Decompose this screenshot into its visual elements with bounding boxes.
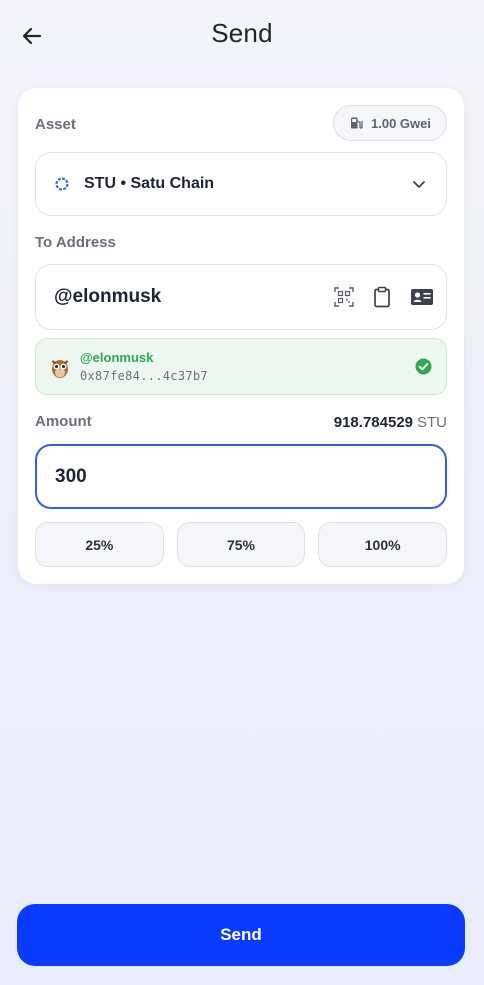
send-form-card: Asset 1.00 Gwei STU • Satu Chain To Addr… [18, 88, 464, 584]
check-circle-icon [415, 358, 432, 375]
to-address-field[interactable] [35, 264, 447, 330]
to-address-label: To Address [35, 234, 116, 251]
resolved-info: @elonmusk 0x87fe84...4c37b7 [80, 350, 415, 383]
page-title: Send [211, 18, 273, 48]
resolved-username: @elonmusk [80, 350, 154, 365]
available-balance: 918.784529 STU [334, 414, 447, 431]
amount-field[interactable] [35, 444, 447, 509]
gas-fee-value: 1.00 Gwei [371, 115, 431, 131]
scan-qr-button[interactable] [334, 283, 354, 311]
gas-pump-icon [351, 117, 363, 129]
amount-presets: 25% 75% 100% [35, 522, 448, 567]
header: Send [0, 0, 484, 70]
asset-label: Asset [35, 116, 76, 133]
contact-card-icon [411, 289, 433, 305]
qr-scan-icon [334, 287, 354, 307]
balance-value: 918.784529 [333, 414, 413, 431]
preset-25-button[interactable]: 25% [35, 522, 164, 567]
amount-input[interactable] [55, 465, 427, 488]
selected-asset: STU • Satu Chain [84, 175, 215, 192]
balance-unit: STU [417, 414, 447, 431]
preset-100-button[interactable]: 100% [318, 522, 448, 567]
owl-icon [51, 359, 69, 378]
to-address-input[interactable] [54, 286, 316, 308]
resolved-wallet-address: 0x87fe84...4c37b7 [80, 369, 208, 383]
ring-icon [55, 177, 69, 191]
clipboard-icon [374, 286, 390, 308]
paste-button[interactable] [372, 283, 392, 311]
resolved-recipient: @elonmusk 0x87fe84...4c37b7 [35, 338, 447, 395]
preset-75-button[interactable]: 75% [176, 522, 306, 567]
contacts-button[interactable] [410, 283, 434, 311]
asset-selector[interactable]: STU • Satu Chain [35, 152, 447, 216]
send-button[interactable]: Send [17, 904, 465, 966]
amount-label: Amount [35, 413, 92, 430]
gas-fee-pill[interactable]: 1.00 Gwei [333, 105, 447, 141]
chevron-down-icon [413, 181, 425, 188]
